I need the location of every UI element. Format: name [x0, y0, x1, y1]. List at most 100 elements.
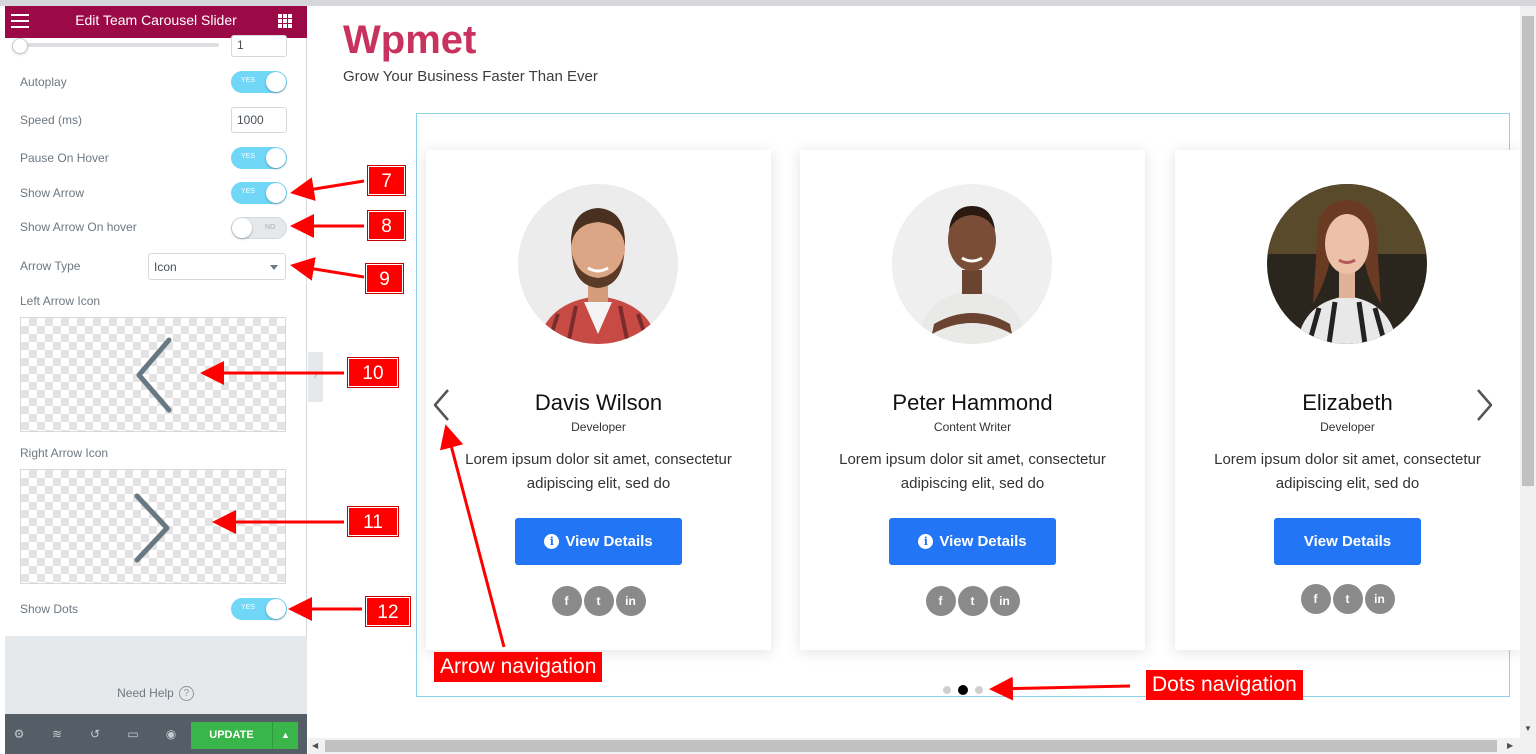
widgets-grid-icon[interactable]: [278, 14, 292, 28]
arrow-type-value: Icon: [154, 260, 177, 274]
update-button[interactable]: UPDATE: [191, 722, 272, 749]
scroll-right-arrow-icon[interactable]: ▶: [1507, 741, 1513, 750]
slides-number-input[interactable]: 1: [231, 35, 287, 57]
screen: Edit Team Carousel Slider 1 Autoplay YES…: [0, 0, 1536, 754]
toggle-state: YES: [241, 188, 256, 195]
view-details-label: View Details: [939, 533, 1027, 550]
right-arrow-icon-picker[interactable]: [20, 469, 286, 584]
arrow-navigation-callout: Arrow navigation: [434, 652, 603, 682]
help-circle-icon: ?: [178, 686, 194, 702]
info-icon: i: [918, 534, 934, 549]
pause-on-hover-label: Pause On Hover: [20, 151, 109, 165]
linkedin-icon[interactable]: in: [989, 586, 1020, 616]
social-links: f t in: [1175, 584, 1520, 614]
member-name: Peter Hammond: [892, 390, 1053, 415]
annotation-badge: 9: [366, 264, 403, 293]
member-bio: Lorem ipsum dolor sit amet, consectetur …: [1214, 451, 1481, 492]
chevron-right-icon: [134, 493, 170, 563]
toggle-state: YES: [241, 604, 256, 611]
show-dots-label: Show Dots: [20, 602, 79, 616]
arrow-type-label: Arrow Type: [20, 259, 81, 273]
carousel-next-arrow-icon[interactable]: [1472, 385, 1496, 425]
dots-navigation-callout: Dots navigation: [1146, 670, 1303, 700]
carousel-dot-active[interactable]: [958, 685, 968, 695]
member-role: Developer: [571, 420, 626, 434]
caret-down-icon: [270, 265, 278, 270]
need-help-link[interactable]: Need Help?: [5, 686, 306, 702]
view-details-label: View Details: [1303, 533, 1392, 550]
facebook-icon[interactable]: f: [925, 586, 956, 616]
responsive-mode-icon[interactable]: ▭: [125, 726, 141, 742]
member-name: Elizabeth: [1302, 390, 1393, 415]
member-photo: [518, 184, 678, 344]
view-details-label: View Details: [565, 533, 653, 550]
collapse-panel-tab[interactable]: ‹: [308, 352, 323, 402]
show-dots-toggle[interactable]: YES: [231, 598, 287, 620]
pause-on-hover-toggle[interactable]: YES: [231, 147, 287, 169]
history-icon[interactable]: ↺: [87, 726, 103, 742]
slides-range-handle[interactable]: [12, 38, 28, 54]
navigator-layers-icon[interactable]: ≋: [49, 726, 65, 742]
scroll-down-arrow-icon[interactable]: ▼: [1524, 724, 1532, 733]
toggle-state: YES: [241, 153, 256, 160]
view-details-button[interactable]: View Details: [1274, 518, 1421, 565]
carousel-prev-arrow-icon[interactable]: [430, 385, 454, 425]
scroll-left-arrow-icon[interactable]: ◀: [312, 741, 318, 750]
member-photo: [1267, 184, 1427, 344]
horizontal-scroll-thumb[interactable]: [325, 740, 1497, 752]
team-card: Peter Hammond Content Writer Lorem ipsum…: [800, 150, 1145, 650]
member-bio: Lorem ipsum dolor sit amet, consectetur …: [839, 451, 1106, 492]
twitter-icon[interactable]: t: [583, 586, 614, 616]
toggle-state: YES: [241, 77, 256, 84]
autoplay-label: Autoplay: [20, 75, 67, 89]
speed-label: Speed (ms): [20, 113, 83, 127]
member-photo: [892, 184, 1052, 344]
panel-footer: ⚙ ≋ ↺ ▭ ◉ UPDATE ▲: [5, 714, 307, 754]
panel-title: Edit Team Carousel Slider: [75, 12, 237, 28]
annotation-badge: 10: [348, 358, 398, 387]
left-arrow-icon-label: Left Arrow Icon: [20, 294, 101, 308]
right-arrow-icon-label: Right Arrow Icon: [20, 446, 109, 460]
toggle-state: NO: [265, 224, 276, 231]
view-details-button[interactable]: i View Details: [889, 518, 1056, 565]
facebook-icon[interactable]: f: [1300, 584, 1331, 614]
member-bio: Lorem ipsum dolor sit amet, consectetur …: [465, 451, 732, 492]
help-area: [5, 636, 307, 714]
annotation-badge: 11: [348, 507, 398, 536]
editor-panel: Edit Team Carousel Slider 1 Autoplay YES…: [5, 6, 307, 754]
arrow-type-select[interactable]: Icon: [148, 253, 286, 280]
autoplay-toggle[interactable]: YES: [231, 71, 287, 93]
settings-gear-icon[interactable]: ⚙: [11, 726, 27, 742]
carousel-dot[interactable]: [975, 686, 983, 694]
linkedin-icon[interactable]: in: [615, 586, 646, 616]
preview-eye-icon[interactable]: ◉: [163, 726, 179, 742]
annotation-badge: 12: [366, 597, 410, 626]
need-help-label: Need Help: [117, 686, 174, 700]
vertical-scroll-thumb[interactable]: [1522, 16, 1534, 486]
show-arrow-on-hover-toggle[interactable]: NO: [231, 217, 287, 239]
info-icon: i: [544, 534, 560, 549]
carousel-dot[interactable]: [943, 686, 951, 694]
chevron-left-icon: [136, 337, 172, 413]
linkedin-icon[interactable]: in: [1364, 584, 1395, 614]
speed-input[interactable]: 1000: [231, 107, 287, 133]
panel-header: Edit Team Carousel Slider: [5, 6, 307, 38]
social-links: f t in: [800, 586, 1145, 616]
view-details-button[interactable]: i View Details: [515, 518, 682, 565]
twitter-icon[interactable]: t: [957, 586, 988, 616]
member-role: Content Writer: [933, 420, 1012, 434]
show-arrow-toggle[interactable]: YES: [231, 182, 287, 204]
slides-range-track[interactable]: [19, 43, 219, 47]
left-arrow-icon-picker[interactable]: [20, 317, 286, 432]
save-options-caret-up-icon[interactable]: ▲: [272, 722, 298, 749]
member-role: Developer: [1320, 420, 1375, 434]
facebook-icon[interactable]: f: [551, 586, 582, 616]
show-arrow-on-hover-label: Show Arrow On hover: [20, 220, 137, 234]
member-name: Davis Wilson: [534, 390, 663, 415]
team-card: Elizabeth Developer Lorem ipsum dolor si…: [1175, 150, 1520, 650]
annotation-badge: 7: [368, 166, 405, 195]
brand-tagline: Grow Your Business Faster Than Ever: [343, 68, 598, 85]
team-card: Davis Wilson Developer Lorem ipsum dolor…: [426, 150, 771, 650]
twitter-icon[interactable]: t: [1332, 584, 1363, 614]
social-links: f t in: [426, 586, 771, 616]
